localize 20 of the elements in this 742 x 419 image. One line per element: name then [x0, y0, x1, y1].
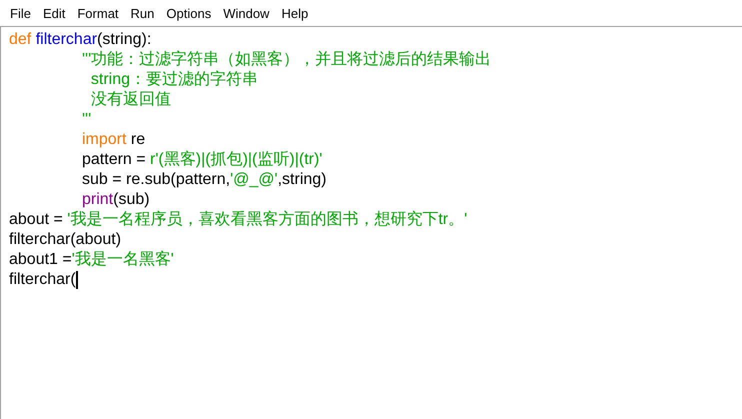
code-line: '''	[81, 110, 92, 130]
code-line: filterchar(	[9, 270, 76, 290]
code-line: print(sub)	[81, 190, 150, 210]
menu-item[interactable]: Run	[124, 4, 160, 22]
menu-item[interactable]: Help	[275, 4, 314, 22]
code-line: string：要过滤的字符串	[90, 70, 258, 90]
menu-item[interactable]: Options	[160, 4, 218, 22]
menu-item[interactable]: Edit	[36, 4, 72, 22]
menu-item[interactable]: Window	[217, 4, 276, 22]
code-line: about = '我是一名程序员，喜欢看黑客方面的图书，想研究下tr。'	[9, 210, 468, 230]
code-line: '''功能：过滤字符串（如黑客），并且将过滤后的结果输出	[81, 50, 492, 70]
code-line: 没有返回值	[90, 90, 171, 110]
code-line: filterchar(about)	[9, 230, 122, 250]
code-line: def filterchar(string):	[9, 30, 152, 50]
menu-item[interactable]: File	[4, 4, 37, 22]
code-line: about1 ='我是一名黑客'	[9, 250, 174, 270]
code-line: pattern = r'(黑客)|(抓包)|(监听)|(tr)'	[81, 150, 322, 170]
code-line: import re	[81, 130, 146, 150]
menu-item[interactable]: Format	[71, 4, 125, 22]
code-line: sub = re.sub(pattern,'@_@',string)	[81, 170, 326, 190]
